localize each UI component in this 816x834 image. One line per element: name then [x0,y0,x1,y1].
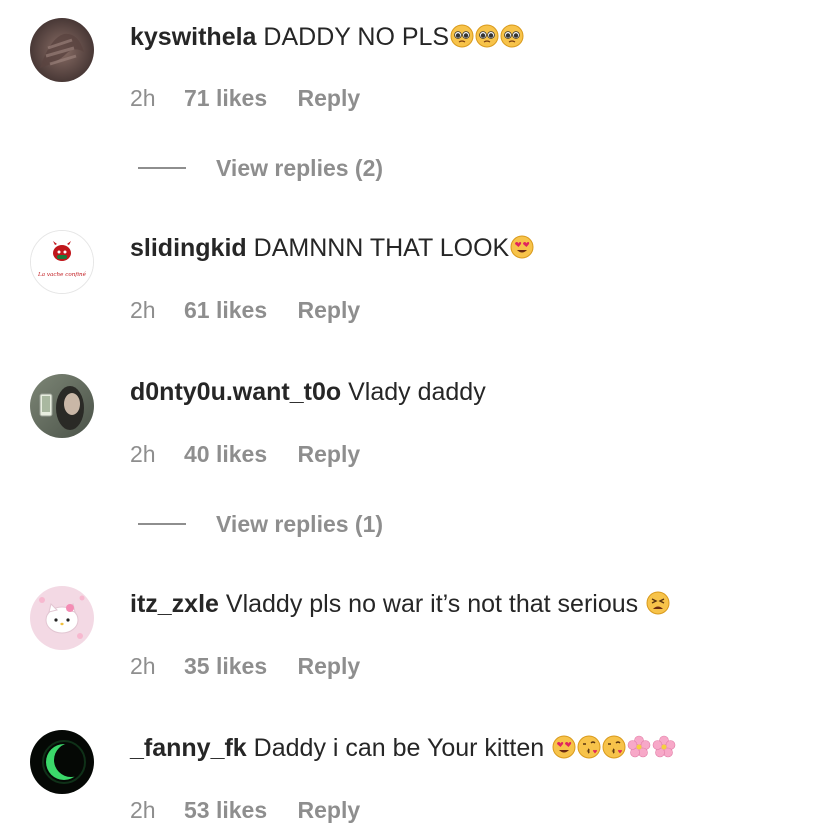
cherry-blossom-emoji-icon [651,734,676,762]
likes-count[interactable]: 61 likes [184,297,267,323]
tired-face-emoji-icon [645,590,670,618]
comment-username[interactable]: _fanny_fk [130,734,247,762]
avatar[interactable]: La vache confiné [30,230,94,294]
comment-text-line: d0nty0u.want_t0o Vlady daddy [130,377,486,407]
comment-username[interactable]: kyswithela [130,23,256,51]
replies-divider-line [138,522,186,525]
view-replies-label: View replies (1) [216,511,384,537]
avatar[interactable] [30,730,94,794]
mirror-selfie-avatar-icon [30,374,94,438]
comment-time: 2h [130,441,156,467]
likes-count[interactable]: 35 likes [184,653,267,679]
cherry-blossom-emoji-icon [626,734,651,762]
avatar[interactable] [30,374,94,438]
comment-text-line: itz_zxle Vladdy pls no war it’s not that… [130,589,670,619]
comment-text: DAMNNN THAT LOOK [253,234,510,262]
comment-meta: 2h 71 likes Reply [130,84,360,112]
kissing-face-emoji-icon [576,734,601,762]
comment-meta: 2h 53 likes Reply [130,796,360,824]
likes-count[interactable]: 53 likes [184,797,267,823]
reply-button[interactable]: Reply [298,297,361,323]
view-replies-label: View replies (2) [216,155,384,181]
comment-text: Vladdy pls no war it’s not that serious [225,590,639,618]
comment-text: DADDY NO PLS [263,23,450,51]
comment-text: Daddy i can be Your kitten [253,734,545,762]
pleading-face-emoji-icon [449,23,474,51]
reply-button[interactable]: Reply [298,85,361,111]
red-cow-logo-avatar-icon: La vache confiné [31,231,93,293]
view-replies-button[interactable]: View replies (1) [138,510,383,538]
comment-meta: 2h 40 likes Reply [130,440,360,468]
heart-eyes-emoji-icon [551,734,576,762]
comment-text-line: _fanny_fk Daddy i can be Your kitten [130,733,676,763]
comment-time: 2h [130,653,156,679]
avatar[interactable] [30,18,94,82]
reply-button[interactable]: Reply [298,653,361,679]
pleading-face-emoji-icon [499,23,524,51]
hello-kitty-avatar-icon [30,586,94,650]
kissing-face-emoji-icon [601,734,626,762]
reply-button[interactable]: Reply [298,797,361,823]
comment-time: 2h [130,85,156,111]
avatar-logo-text: La vache confiné [37,271,87,278]
pleading-face-emoji-icon [474,23,499,51]
reply-button[interactable]: Reply [298,441,361,467]
replies-divider-line [138,166,186,169]
comment-meta: 2h 61 likes Reply [130,296,360,324]
comment-text-line: kyswithela DADDY NO PLS [130,22,524,52]
comment-time: 2h [130,297,156,323]
green-moon-avatar-icon [30,730,94,794]
heart-eyes-emoji-icon [509,234,534,262]
dark-hand-avatar-icon [30,18,94,82]
likes-count[interactable]: 40 likes [184,441,267,467]
comment-meta: 2h 35 likes Reply [130,652,360,680]
comment-text-line: slidingkid DAMNNN THAT LOOK [130,233,534,263]
comment-username[interactable]: slidingkid [130,234,247,262]
avatar[interactable] [30,586,94,650]
comment-text: Vlady daddy [348,378,486,406]
comment-username[interactable]: d0nty0u.want_t0o [130,378,341,406]
comment-time: 2h [130,797,156,823]
likes-count[interactable]: 71 likes [184,85,267,111]
view-replies-button[interactable]: View replies (2) [138,154,383,182]
comment-username[interactable]: itz_zxle [130,590,219,618]
